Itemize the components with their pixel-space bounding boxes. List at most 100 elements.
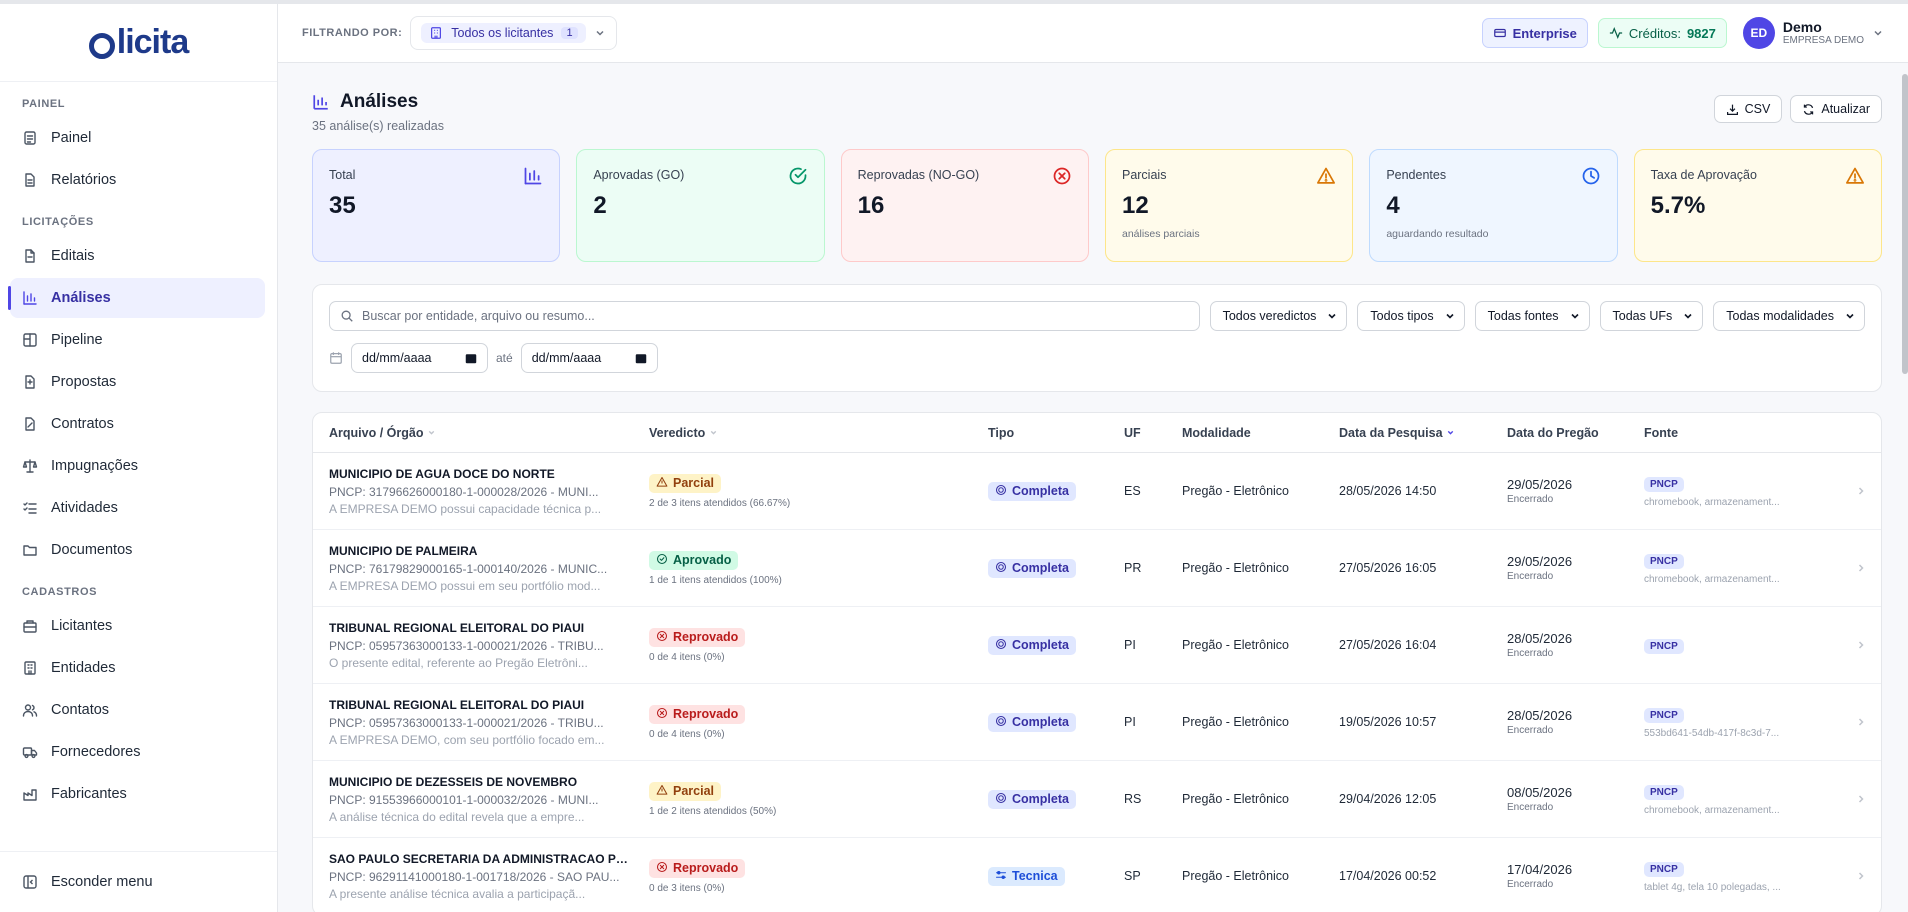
refresh-label: Atualizar xyxy=(1821,102,1870,116)
summary-text: A análise técnica do edital revela que a… xyxy=(329,809,585,824)
filter-select[interactable]: Todas UFs xyxy=(1599,301,1704,331)
proposal-icon xyxy=(22,374,38,390)
date-to-input[interactable]: dd/mm/aaaa xyxy=(520,343,658,373)
refresh-button[interactable]: Atualizar xyxy=(1790,95,1882,123)
sidebar-item-fabricantes[interactable]: Fabricantes xyxy=(10,774,265,814)
sidebar-item-editais[interactable]: Editais xyxy=(10,236,265,276)
table-row[interactable]: MUNICIPIO DE PALMEIRA PNCP: 761798290001… xyxy=(313,530,1881,607)
x-circle-icon xyxy=(1052,166,1072,186)
verdict-label: Reprovado xyxy=(673,707,739,721)
download-icon xyxy=(1726,104,1738,115)
filter-select[interactable]: Todos veredictos xyxy=(1209,301,1348,331)
institution-icon xyxy=(22,660,38,676)
collapse-menu-button[interactable]: Esconder menu xyxy=(10,862,265,902)
table-row[interactable]: TRIBUNAL REGIONAL ELEITORAL DO PIAUI PNC… xyxy=(313,607,1881,684)
source-sub: tablet 4g, tela 10 polegadas, ... xyxy=(1644,882,1781,893)
nav-section-title: PAINEL xyxy=(22,98,66,110)
chevron-right-icon[interactable] xyxy=(1798,789,1881,810)
column-header-label: Data do Pregão xyxy=(1507,425,1599,440)
chevron-right-icon[interactable] xyxy=(1798,635,1881,656)
scrollbar[interactable] xyxy=(1902,74,1908,374)
plan-badge[interactable]: Enterprise xyxy=(1481,18,1588,48)
sidebar-footer: Esconder menu xyxy=(0,851,277,904)
export-csv-label: CSV xyxy=(1744,102,1771,116)
stat-value: 35 xyxy=(329,192,356,219)
table-row[interactable]: TRIBUNAL REGIONAL ELEITORAL DO PIAUI PNC… xyxy=(313,684,1881,761)
sidebar-item-documentos[interactable]: Documentos xyxy=(10,530,265,570)
column-header[interactable]: Arquivo / Órgão xyxy=(313,426,633,440)
topbar: FILTRANDO POR: Todos os licitantes 1 Ent… xyxy=(278,4,1908,63)
pncp-id: PNCP: 76179829000165-1-000140/2026 - MUN… xyxy=(329,561,608,576)
sort-icon xyxy=(1447,430,1454,435)
stat-label: Total xyxy=(329,168,356,182)
auction-date-cell: 29/05/2026 Encerrado xyxy=(1491,554,1628,582)
filter-select[interactable]: Todas modalidades xyxy=(1713,301,1865,331)
chevron-right-icon[interactable] xyxy=(1798,866,1881,887)
modality-cell: Pregão - Eletrônico xyxy=(1182,638,1290,652)
table-row[interactable]: MUNICIPIO DE DEZESSEIS DE NOVEMBRO PNCP:… xyxy=(313,761,1881,838)
table-row[interactable]: SAO PAULO SECRETARIA DA ADMINISTRACAO PE… xyxy=(313,838,1881,912)
stat-label: Reprovadas (NO-GO) xyxy=(857,168,980,182)
column-header[interactable]: Veredicto xyxy=(633,426,972,440)
export-csv-button[interactable]: CSV xyxy=(1713,95,1783,123)
modality-cell: Pregão - Eletrônico xyxy=(1182,484,1290,498)
type-label: Completa xyxy=(1012,561,1069,575)
pncp-id: PNCP: 05957363000133-1-000021/2026 - TRI… xyxy=(329,638,604,653)
sidebar-item-propostas[interactable]: Propostas xyxy=(10,362,265,402)
user-menu[interactable]: ED Demo EMPRESA DEMO xyxy=(1742,17,1884,49)
sidebar-item-analises[interactable]: Análises xyxy=(8,278,265,318)
warning-icon xyxy=(1316,166,1336,186)
sidebar-item-contratos[interactable]: Contratos xyxy=(10,404,265,444)
verdict-cell: Parcial 2 de 3 itens atendidos (66.67%) xyxy=(633,473,972,509)
table-row[interactable]: MUNICIPIO DE AGUA DOCE DO NORTE PNCP: 31… xyxy=(313,453,1881,530)
auction-date-cell: 08/05/2026 Encerrado xyxy=(1491,785,1628,813)
auction-date-cell: 28/05/2026 Encerrado xyxy=(1491,631,1628,659)
org-cell: MUNICIPIO DE PALMEIRA PNCP: 761798290001… xyxy=(313,544,633,593)
sidebar-item-atividades[interactable]: Atividades xyxy=(10,488,265,528)
stat-value: 2 xyxy=(593,192,607,219)
column-header-label: Arquivo / Órgão xyxy=(329,425,424,440)
plan-label: Enterprise xyxy=(1512,25,1577,41)
search-input[interactable]: Buscar por entidade, arquivo ou resumo..… xyxy=(329,301,1200,331)
sidebar-item-fornecedores[interactable]: Fornecedores xyxy=(10,732,265,772)
filter-pill: Todos os licitantes 1 xyxy=(421,23,586,43)
licitante-filter-dropdown[interactable]: Todos os licitantes 1 xyxy=(410,16,617,50)
column-header[interactable]: Data do Pregão xyxy=(1491,426,1628,440)
sidebar-item-painel[interactable]: Painel xyxy=(10,118,265,158)
table-body: MUNICIPIO DE AGUA DOCE DO NORTE PNCP: 31… xyxy=(313,453,1881,912)
column-header[interactable]: Fonte xyxy=(1628,426,1798,440)
pncp-id: PNCP: 91553966000101-1-000032/2026 - MUN… xyxy=(329,792,599,807)
research-date-cell: 27/05/2026 16:04 xyxy=(1339,638,1437,652)
chevron-down-icon xyxy=(1328,313,1336,319)
chevron-right-icon[interactable] xyxy=(1798,558,1881,579)
org-name: SAO PAULO SECRETARIA DA ADMINISTRACAO PE… xyxy=(329,851,633,866)
sidebar-item-label: Pipeline xyxy=(51,332,103,348)
column-header[interactable]: Data da Pesquisa xyxy=(1323,426,1491,440)
column-header[interactable]: Tipo xyxy=(972,426,1108,440)
chevron-right-icon[interactable] xyxy=(1798,481,1881,502)
verdict-sub: 0 de 3 itens (0%) xyxy=(649,882,725,894)
date-from-input[interactable]: dd/mm/aaaa xyxy=(351,343,488,373)
research-date-cell: 27/05/2026 16:05 xyxy=(1339,561,1437,575)
filter-select[interactable]: Todos tipos xyxy=(1357,301,1465,331)
sidebar-item-relatorios[interactable]: Relatórios xyxy=(10,160,265,200)
auction-date: 08/05/2026 xyxy=(1507,785,1573,800)
type-badge: Completa xyxy=(988,481,1076,501)
credits-badge[interactable]: Créditos: 9827 xyxy=(1597,18,1727,48)
source-sub: 553bd641-54db-417f-8c3d-7... xyxy=(1644,728,1780,739)
sidebar-item-impugnacoes[interactable]: Impugnações xyxy=(10,446,265,486)
sidebar-item-contatos[interactable]: Contatos xyxy=(10,690,265,730)
column-header[interactable]: UF xyxy=(1108,426,1166,440)
sidebar-item-entidades[interactable]: Entidades xyxy=(10,648,265,688)
type-badge: Completa xyxy=(988,712,1076,732)
chevron-right-icon[interactable] xyxy=(1798,712,1881,733)
sidebar-item-pipeline[interactable]: Pipeline xyxy=(10,320,265,360)
logo[interactable]: licita xyxy=(0,4,277,82)
type-label: Completa xyxy=(1012,715,1069,729)
filter-select[interactable]: Todas fontes xyxy=(1474,301,1590,331)
column-header[interactable]: Modalidade xyxy=(1166,426,1323,440)
sidebar-item-licitantes[interactable]: Licitantes xyxy=(10,606,265,646)
org-name: MUNICIPIO DE AGUA DOCE DO NORTE xyxy=(329,466,555,481)
folder-icon xyxy=(22,542,38,558)
verdict-label: Parcial xyxy=(673,476,715,490)
